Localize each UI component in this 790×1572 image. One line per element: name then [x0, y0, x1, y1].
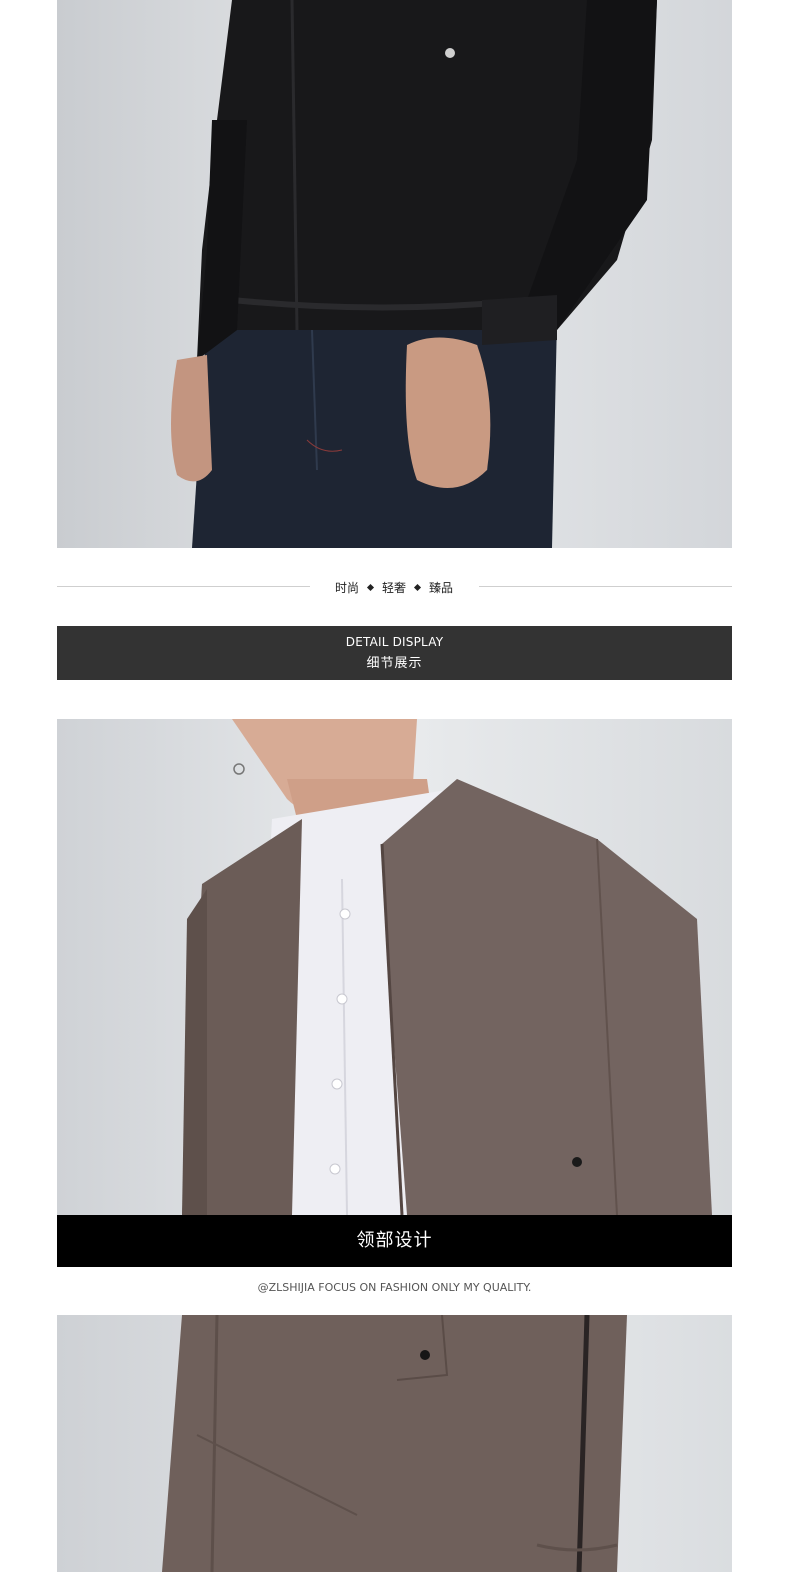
brand-slogan: @ZLSHIJIA FOCUS ON FASHION ONLY MY QUALI…: [257, 1281, 532, 1294]
product-photo-pocket-detail: [57, 1315, 732, 1572]
detail-display-banner: DETAIL DISPLAY 细节展示: [57, 626, 732, 680]
collar-design-caption: 领部设计: [57, 1215, 732, 1267]
tagline-word-1: 时尚: [334, 580, 359, 595]
banner-title-cn: 细节展示: [366, 656, 423, 671]
tagline-word-2: 轻奢: [381, 580, 406, 595]
divider-right: [479, 586, 732, 587]
divider-left: [57, 586, 310, 587]
diamond-bullet-icon: [366, 583, 375, 591]
tagline-row: 时尚 轻奢 臻品: [57, 574, 732, 600]
product-photo-black-jacket: [57, 0, 732, 548]
tagline: 时尚 轻奢 臻品: [323, 574, 465, 600]
diamond-bullet-icon: [413, 583, 422, 591]
tagline-word-3: 臻品: [429, 580, 454, 595]
banner-title-en: DETAIL DISPLAY: [345, 635, 444, 649]
product-photo-collar: [57, 719, 732, 1215]
